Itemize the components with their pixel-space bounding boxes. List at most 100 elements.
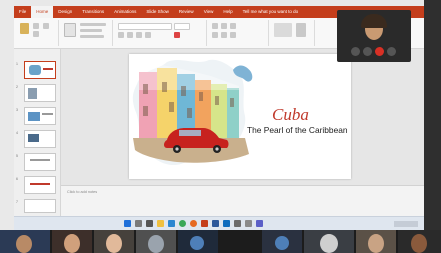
task-view-icon[interactable] (146, 220, 153, 227)
system-tray-clock[interactable] (394, 221, 418, 227)
store-icon[interactable] (234, 220, 241, 227)
tab-file[interactable]: File (14, 6, 31, 18)
tell-me-search[interactable]: Tell me what you want to do (238, 6, 304, 18)
thumbnail-text-mark (42, 113, 53, 115)
powerpoint-icon[interactable] (201, 220, 208, 227)
new-slide-icon[interactable] (64, 23, 76, 37)
thumbnail-slide-3[interactable] (24, 107, 56, 125)
slide-artwork (132, 59, 253, 166)
numbering-icon[interactable] (221, 23, 227, 29)
windows-taskbar (14, 216, 424, 231)
paste-icon[interactable] (20, 23, 29, 34)
tab-home[interactable]: Home (31, 6, 54, 18)
tab-transitions[interactable]: Transitions (77, 6, 109, 18)
slide-title[interactable]: Cuba (272, 105, 309, 125)
mic-icon[interactable] (351, 47, 360, 56)
thumbnail-number: 7 (16, 200, 18, 204)
font-name-select[interactable] (118, 23, 172, 30)
thumbnail-number: 5 (16, 154, 18, 158)
participant-tile[interactable] (398, 230, 441, 253)
participant-tile[interactable] (52, 230, 92, 253)
participant-tile[interactable] (304, 230, 354, 253)
firefox-icon[interactable] (190, 220, 197, 227)
strikethrough-icon[interactable] (145, 32, 151, 38)
participant-tile[interactable] (94, 230, 134, 253)
chrome-icon[interactable] (179, 220, 186, 227)
avatar (275, 236, 289, 250)
thumbnail-slide-6[interactable] (24, 176, 56, 194)
tab-slide-show[interactable]: Slide Show (141, 6, 174, 18)
font-group (114, 20, 207, 46)
havana-street-image (132, 59, 253, 166)
decrease-indent-icon[interactable] (230, 23, 236, 29)
align-right-icon[interactable] (230, 32, 236, 38)
tab-review[interactable]: Review (174, 6, 199, 18)
slide-thumbnails-pane: 1 2 3 4 5 6 7 (14, 49, 61, 217)
avatar (320, 234, 338, 253)
align-center-icon[interactable] (221, 32, 227, 38)
thumbnail-image (28, 112, 40, 121)
font-size-select[interactable] (174, 23, 190, 30)
layout-button[interactable] (80, 23, 106, 26)
screen-frame: File Home Design Transitions Animations … (0, 0, 441, 253)
file-explorer-icon[interactable] (157, 220, 164, 227)
reset-button[interactable] (80, 29, 102, 32)
self-video-window[interactable] (337, 10, 411, 62)
participant-gallery (0, 230, 441, 253)
underline-icon[interactable] (136, 32, 142, 38)
avatar (16, 235, 32, 253)
end-call-icon[interactable] (375, 47, 384, 56)
arrange-icon[interactable] (296, 23, 306, 37)
bold-icon[interactable] (118, 32, 124, 38)
copy-icon[interactable] (33, 31, 39, 37)
italic-icon[interactable] (127, 32, 133, 38)
shapes-gallery[interactable] (274, 23, 292, 37)
participant-tile[interactable] (262, 230, 302, 253)
thumbnail-slide-4[interactable] (24, 130, 56, 148)
right-panel-strip (424, 0, 441, 230)
settings-icon[interactable] (245, 220, 252, 227)
windows-start-icon[interactable] (124, 220, 131, 227)
thumbnail-text-mark (30, 159, 50, 161)
thumbnail-slide-1[interactable] (24, 61, 56, 79)
avatar (64, 234, 80, 253)
slide-editing-area: Cuba The Pearl of the Caribbean Click to… (61, 49, 424, 218)
avatar (190, 236, 204, 250)
section-button[interactable] (80, 35, 104, 38)
thumbnail-slide-5[interactable] (24, 153, 56, 171)
tab-view[interactable]: View (199, 6, 219, 18)
edge-icon[interactable] (168, 220, 175, 227)
tab-design[interactable]: Design (53, 6, 77, 18)
thumbnail-slide-2[interactable] (24, 84, 56, 102)
word-icon[interactable] (212, 220, 219, 227)
participant-tile[interactable] (178, 230, 218, 253)
thumbnail-image (29, 65, 41, 75)
notes-pane[interactable]: Click to add notes (61, 185, 424, 218)
tab-help[interactable]: Help (218, 6, 237, 18)
tab-animations[interactable]: Animations (109, 6, 141, 18)
thumbnail-text-mark (30, 183, 50, 185)
slide-subtitle[interactable]: The Pearl of the Caribbean (247, 125, 348, 135)
participant-tile[interactable] (356, 230, 396, 253)
font-color-icon[interactable] (174, 32, 180, 38)
teams-icon[interactable] (256, 220, 263, 227)
share-screen-icon[interactable] (387, 47, 396, 56)
outlook-icon[interactable] (223, 220, 230, 227)
participant-tile[interactable] (0, 230, 50, 253)
camera-icon[interactable] (363, 47, 372, 56)
thumbnail-number: 6 (16, 177, 18, 181)
align-left-icon[interactable] (212, 32, 218, 38)
participant-hair (361, 14, 387, 28)
participant-tile[interactable] (220, 230, 260, 253)
participant-tile[interactable] (136, 230, 176, 253)
current-slide[interactable]: Cuba The Pearl of the Caribbean (129, 54, 351, 179)
thumbnail-slide-7[interactable] (24, 199, 56, 213)
drawing-group (270, 20, 315, 46)
bullets-icon[interactable] (212, 23, 218, 29)
cut-icon[interactable] (33, 23, 39, 29)
thumbnail-number: 4 (16, 131, 18, 135)
thumbnail-title-mark (43, 68, 53, 70)
format-painter-icon[interactable] (43, 23, 49, 29)
search-icon[interactable] (135, 220, 142, 227)
thumbnail-number: 2 (16, 85, 18, 89)
